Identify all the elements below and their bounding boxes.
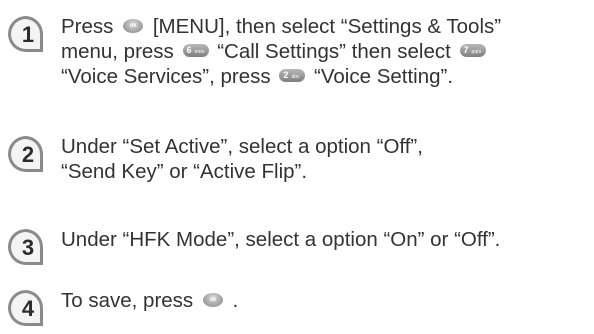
- step-4: 4 To save, press ok .: [6, 288, 591, 328]
- text-segment: .: [232, 289, 239, 312]
- step-line: Press ok [MENU], then select “Settings &…: [61, 14, 591, 39]
- text-segment: “Voice Services”, press: [61, 65, 271, 88]
- number-badge-icon: 1: [8, 16, 44, 52]
- step-text: Press ok [MENU], then select “Settings &…: [61, 14, 591, 89]
- step-3: 3 Under “HFK Mode”, select a option “On”…: [6, 227, 591, 267]
- step-2: 2 Under “Set Active”, select a option “O…: [6, 134, 591, 189]
- ok-key-icon: ok: [202, 292, 223, 307]
- text-segment: menu, press: [61, 40, 174, 63]
- step-text: Under “Set Active”, select a option “Off…: [61, 134, 591, 184]
- step-line: menu, press 6 mno “Call Settings” then se…: [61, 39, 591, 64]
- step-number: 2: [22, 142, 34, 167]
- text-segment: To save, press: [61, 289, 194, 312]
- step-line: To save, press ok .: [61, 288, 591, 313]
- step-text: To save, press ok .: [61, 288, 591, 313]
- step-line: “Send Key” or “Active Flip”.: [61, 160, 308, 183]
- step-text: Under “HFK Mode”, select a option “On” o…: [61, 227, 591, 252]
- text-segment: [MENU], then select “Settings & Tools”: [152, 15, 502, 38]
- step-number-badge: 2: [6, 134, 46, 174]
- step-number-badge: 1: [6, 14, 46, 54]
- step-number: 3: [22, 235, 34, 260]
- step-1: 1 Press ok [MENU], then select “Settings…: [6, 14, 591, 94]
- step-line: Under “HFK Mode”, select a option “On” o…: [61, 228, 501, 251]
- key-7-icon: 7 pqrs: [459, 44, 486, 58]
- step-number-badge: 4: [6, 288, 46, 328]
- text-segment: “Call Settings” then select: [217, 40, 451, 63]
- ok-key-icon: ok: [123, 18, 144, 33]
- key-6-icon: 6 mno: [182, 44, 209, 58]
- number-badge-icon: 2: [8, 136, 44, 172]
- key-2-icon: 2 abc: [279, 69, 306, 83]
- text-segment: “Voice Setting”.: [314, 65, 454, 88]
- number-badge-icon: 3: [8, 229, 44, 265]
- step-line: Under “Set Active”, select a option “Off…: [61, 135, 423, 158]
- number-badge-icon: 4: [8, 290, 44, 326]
- step-number-badge: 3: [6, 227, 46, 267]
- step-number: 4: [22, 296, 35, 321]
- step-line: “Voice Services”, press 2 abc “Voice Sett…: [61, 64, 591, 89]
- step-number: 1: [22, 22, 34, 47]
- text-segment: Press: [61, 15, 114, 38]
